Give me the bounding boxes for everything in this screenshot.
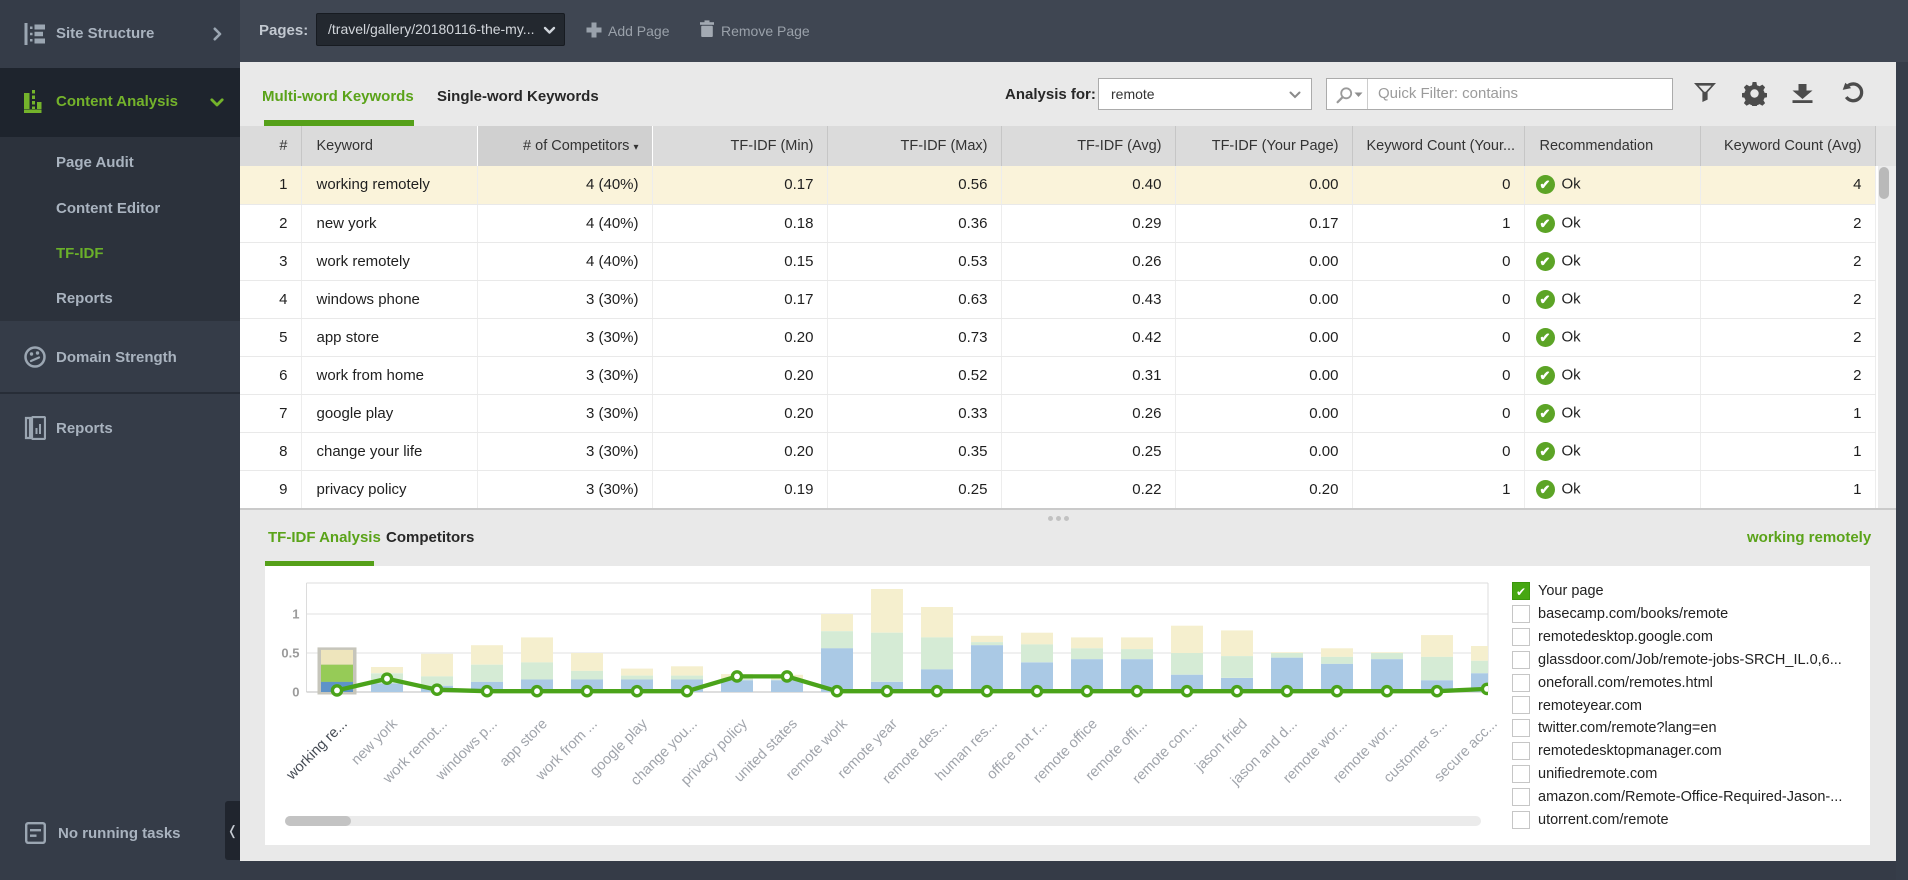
svg-text:0: 0 [292,685,299,700]
svg-text:new york: new york [348,715,401,768]
svg-text:0.5: 0.5 [281,646,299,661]
svg-text:working re...: working re... [283,716,351,784]
svg-text:1: 1 [292,607,299,622]
